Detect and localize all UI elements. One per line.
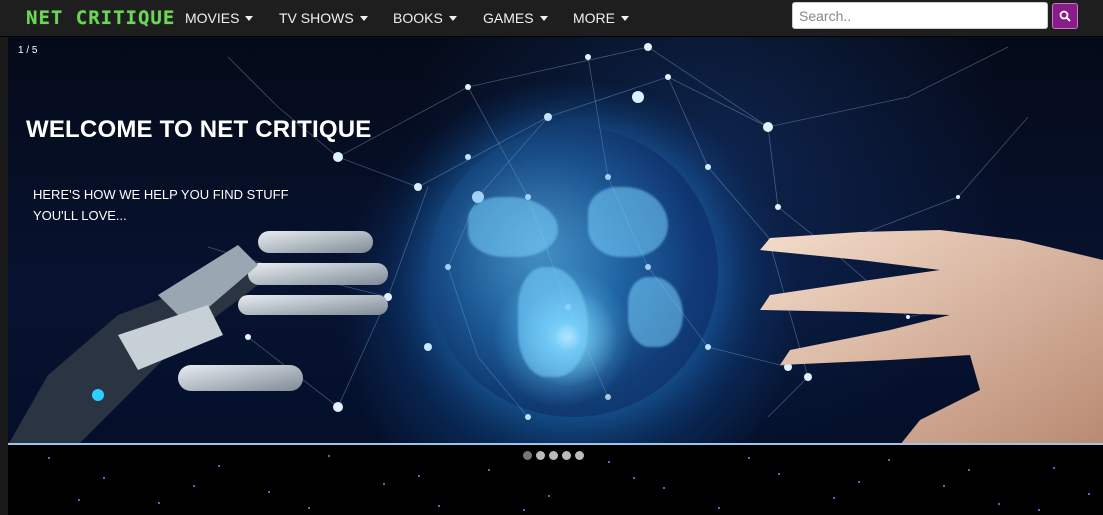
nav-games[interactable]: GAMES [483,10,548,26]
caret-down-icon [539,15,548,21]
human-hand-graphic [760,230,1103,443]
carousel-dot-1[interactable] [523,451,532,460]
nav-more-label: MORE [573,10,615,26]
nav-movies[interactable]: MOVIES [185,10,254,26]
continent-shape [588,187,668,257]
nav-more[interactable]: MORE [573,10,629,26]
top-navbar: NET CRITIQUE MOVIES TV SHOWS BOOKS GAMES… [0,0,1103,36]
globe-graphic [428,127,718,417]
carousel-indicators [523,451,584,460]
caret-down-icon [245,15,254,21]
nav-movies-label: MOVIES [185,10,240,26]
continent-shape [518,267,588,377]
carousel-dot-4[interactable] [562,451,571,460]
hero-carousel-slide: 1 / 5 WELCOME TO NET CRITIQUE HERE'S HOW… [8,37,1103,445]
hero-subtitle: HERE'S HOW WE HELP YOU FIND STUFF YOU'LL… [33,187,289,223]
search-input[interactable] [792,2,1048,29]
search-icon [1059,10,1071,22]
carousel-dot-5[interactable] [575,451,584,460]
site-logo[interactable]: NET CRITIQUE [26,7,175,29]
page-left-gutter [0,37,8,515]
hero-title: WELCOME TO NET CRITIQUE [26,116,372,143]
continent-shape [468,197,558,257]
caret-down-icon [621,15,629,21]
robot-hand-graphic [9,231,388,443]
nav-tv-shows[interactable]: TV SHOWS [279,10,368,26]
nav-games-label: GAMES [483,10,534,26]
nav-tv-shows-label: TV SHOWS [279,10,354,26]
continent-shape [628,277,683,347]
caret-down-icon [359,15,368,21]
nav-books-label: BOOKS [393,10,443,26]
carousel-dot-3[interactable] [549,451,558,460]
slide-counter: 1 / 5 [18,45,38,56]
caret-down-icon [448,15,457,21]
search-button[interactable] [1052,3,1078,29]
carousel-dot-2[interactable] [536,451,545,460]
nav-books[interactable]: BOOKS [393,10,457,26]
